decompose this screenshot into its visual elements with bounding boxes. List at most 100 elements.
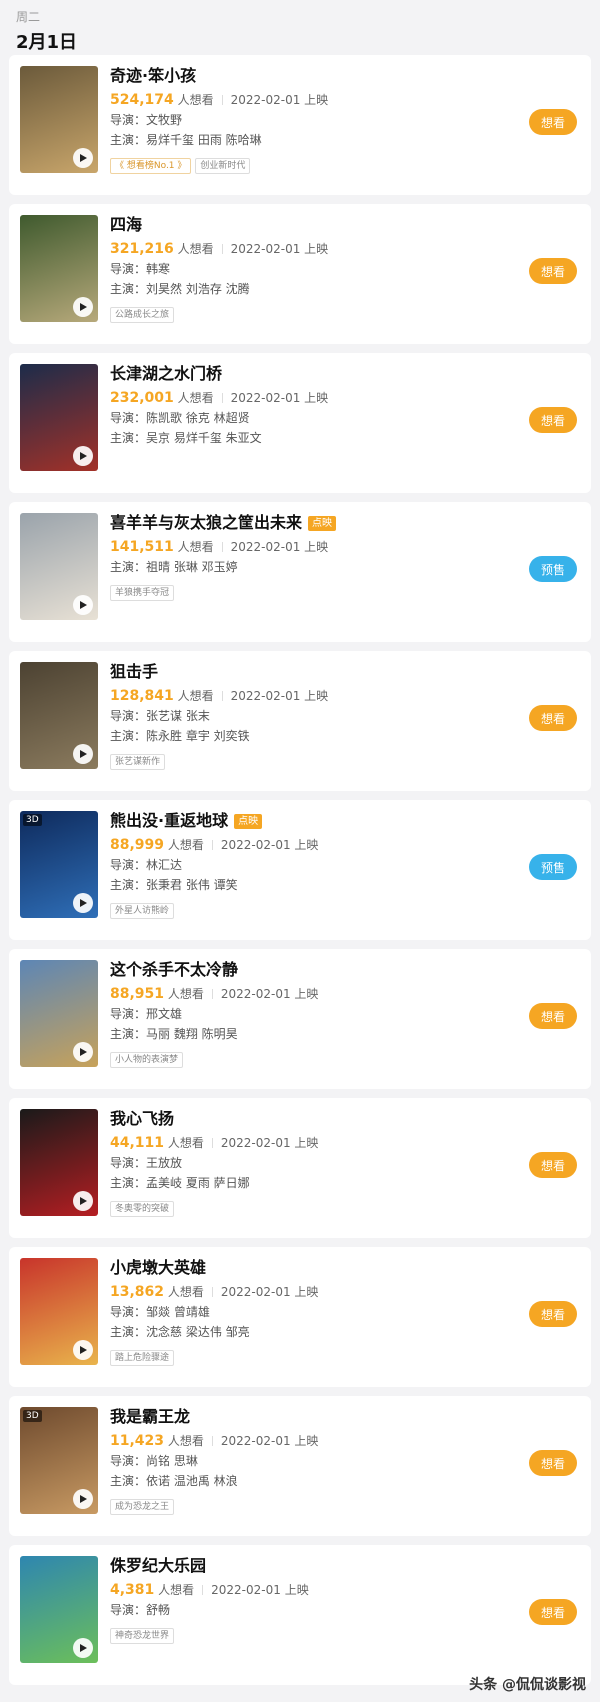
want-count: 321,216 — [110, 241, 174, 257]
release-date: 2022-02-01 上映 — [220, 838, 319, 852]
presale-button[interactable]: 预售 — [529, 556, 577, 582]
movie-card[interactable]: 3D 熊出没·重返地球 点映 88,999 人想看 2022-02-01 上映 导演：林汇… — [9, 800, 591, 940]
movie-card[interactable]: 奇迹·笨小孩 524,174 人想看 2022-02-01 上映 导演：文牧野 主演：易… — [9, 55, 591, 195]
want-to-see-button[interactable]: 想看 — [529, 1450, 577, 1476]
movie-card[interactable]: 3D 我是霸王龙 11,423 人想看 2022-02-01 上映 导演：尚铭 思琳 主演… — [9, 1396, 591, 1536]
want-suffix: 人想看 — [167, 1285, 204, 1299]
release-date: 2022-02-01 上映 — [220, 1434, 319, 1448]
want-to-see-button[interactable]: 想看 — [529, 258, 577, 284]
director-names: 舒畅 — [146, 1603, 171, 1617]
divider — [211, 1436, 213, 1446]
want-to-see-button[interactable]: 想看 — [529, 1003, 577, 1029]
play-trailer-icon[interactable] — [73, 893, 93, 913]
movie-title[interactable]: 我是霸王龙 — [110, 1406, 490, 1428]
tag-chip: 冬奥零的突破 — [110, 1201, 175, 1217]
movie-card[interactable]: 我心飞扬 44,111 人想看 2022-02-01 上映 导演：王放放 主演：孟美岐 … — [9, 1098, 591, 1238]
tag-chips: 踏上危险骤途 — [110, 1345, 490, 1366]
play-trailer-icon[interactable] — [73, 1191, 93, 1211]
want-to-see-button[interactable]: 想看 — [529, 109, 577, 135]
tag-chips: 羊狼携手夺冠 — [110, 580, 490, 601]
movie-card[interactable]: 狙击手 128,841 人想看 2022-02-01 上映 导演：张艺谋 张末 主演：陈… — [9, 651, 591, 791]
want-to-see-button[interactable]: 想看 — [529, 1301, 577, 1327]
movie-title[interactable]: 我心飞扬 — [110, 1108, 490, 1130]
divider — [211, 1138, 213, 1148]
tag-chips: 冬奥零的突破 — [110, 1196, 490, 1217]
release-date: 2022-02-01 上映 — [220, 1285, 319, 1299]
movie-stats: 44,111 人想看 2022-02-01 上映 — [110, 1135, 490, 1152]
want-to-see-button[interactable]: 想看 — [529, 1599, 577, 1625]
movie-poster[interactable] — [20, 960, 98, 1067]
tag-chip: 踏上危险骤途 — [110, 1350, 175, 1366]
movie-poster[interactable]: 3D — [20, 811, 98, 918]
director-line: 导演：文牧野 — [110, 113, 183, 127]
movie-title[interactable]: 奇迹·笨小孩 — [110, 65, 490, 87]
want-to-see-button[interactable]: 想看 — [529, 705, 577, 731]
movie-poster[interactable] — [20, 215, 98, 322]
want-suffix: 人想看 — [167, 987, 204, 1001]
play-trailer-icon[interactable] — [73, 297, 93, 317]
director-names: 邢文雄 — [146, 1007, 183, 1021]
movie-stats: 88,951 人想看 2022-02-01 上映 — [110, 986, 490, 1003]
want-suffix: 人想看 — [158, 1583, 195, 1597]
movie-title[interactable]: 四海 — [110, 214, 490, 236]
movie-title[interactable]: 侏罗纪大乐园 — [110, 1555, 490, 1577]
play-trailer-icon[interactable] — [73, 148, 93, 168]
divider — [202, 1585, 204, 1595]
cast-line: 主演：祖晴 张琳 邓玉婷 — [110, 560, 238, 574]
cast-names: 易烊千玺 田雨 陈哈琳 — [146, 133, 262, 147]
want-suffix: 人想看 — [177, 689, 214, 703]
movie-poster[interactable] — [20, 1258, 98, 1365]
play-trailer-icon[interactable] — [73, 1489, 93, 1509]
movie-stats: 13,862 人想看 2022-02-01 上映 — [110, 1284, 490, 1301]
movie-title[interactable]: 喜羊羊与灰太狼之筐出未来 点映 — [110, 512, 490, 534]
want-to-see-button[interactable]: 想看 — [529, 1152, 577, 1178]
movie-card[interactable]: 侏罗纪大乐园 4,381 人想看 2022-02-01 上映 导演：舒畅 神奇恐龙世界 想… — [9, 1545, 591, 1685]
movie-poster[interactable] — [20, 513, 98, 620]
release-date: 2022-02-01 上映 — [220, 987, 319, 1001]
want-count: 13,862 — [110, 1284, 165, 1300]
release-date: 2022-02-01 上映 — [220, 1136, 319, 1150]
play-trailer-icon[interactable] — [73, 1340, 93, 1360]
director-names: 邹燚 曾靖雄 — [146, 1305, 210, 1319]
movie-card[interactable]: 小虎墩大英雄 13,862 人想看 2022-02-01 上映 导演：邹燚 曾靖雄 主演… — [9, 1247, 591, 1387]
movie-poster[interactable] — [20, 364, 98, 471]
movie-poster[interactable] — [20, 1109, 98, 1216]
want-suffix: 人想看 — [167, 1136, 204, 1150]
cast-line: 主演：陈永胜 章宇 刘奕铁 — [110, 729, 250, 743]
movie-poster[interactable] — [20, 662, 98, 769]
movie-stats: 321,216 人想看 2022-02-01 上映 — [110, 241, 490, 258]
want-count: 128,841 — [110, 688, 174, 704]
movie-poster[interactable]: 3D — [20, 1407, 98, 1514]
movie-poster[interactable] — [20, 66, 98, 173]
release-date: 2022-02-01 上映 — [211, 1583, 309, 1597]
movie-card[interactable]: 这个杀手不太冷静 88,951 人想看 2022-02-01 上映 导演：邢文雄 主演：… — [9, 949, 591, 1089]
director-names: 文牧野 — [146, 113, 183, 127]
director-names: 张艺谋 张末 — [146, 709, 210, 723]
want-suffix: 人想看 — [167, 838, 204, 852]
movie-title[interactable]: 这个杀手不太冷静 — [110, 959, 490, 981]
play-trailer-icon[interactable] — [73, 595, 93, 615]
director-line: 导演：邢文雄 — [110, 1007, 183, 1021]
cast-line: 主演：沈念慈 梁达伟 邹亮 — [110, 1325, 250, 1339]
release-date: 2022-02-01 上映 — [230, 540, 329, 554]
want-count: 88,999 — [110, 837, 165, 853]
movie-poster[interactable] — [20, 1556, 98, 1663]
movie-title[interactable]: 熊出没·重返地球 点映 — [110, 810, 490, 832]
play-trailer-icon[interactable] — [73, 1042, 93, 1062]
presale-button[interactable]: 预售 — [529, 854, 577, 880]
movie-card[interactable]: 长津湖之水门桥 232,001 人想看 2022-02-01 上映 导演：陈凯歌 徐克… — [9, 353, 591, 493]
movie-title[interactable]: 长津湖之水门桥 — [110, 363, 490, 385]
play-trailer-icon[interactable] — [73, 744, 93, 764]
movie-card[interactable]: 四海 321,216 人想看 2022-02-01 上映 导演：韩寒 主演：刘昊然 刘浩… — [9, 204, 591, 344]
movie-card[interactable]: 喜羊羊与灰太狼之筐出未来 点映 141,511 人想看 2022-02-01 上映 主演… — [9, 502, 591, 642]
want-suffix: 人想看 — [177, 93, 214, 107]
want-to-see-button[interactable]: 想看 — [529, 407, 577, 433]
movie-title[interactable]: 小虎墩大英雄 — [110, 1257, 490, 1279]
cast-names: 马丽 魏翔 陈明昊 — [146, 1027, 238, 1041]
play-trailer-icon[interactable] — [73, 1638, 93, 1658]
movie-title[interactable]: 狙击手 — [110, 661, 490, 683]
divider — [221, 95, 223, 105]
preview-screening-tag: 点映 — [308, 516, 337, 531]
divider — [221, 542, 223, 552]
play-trailer-icon[interactable] — [73, 446, 93, 466]
